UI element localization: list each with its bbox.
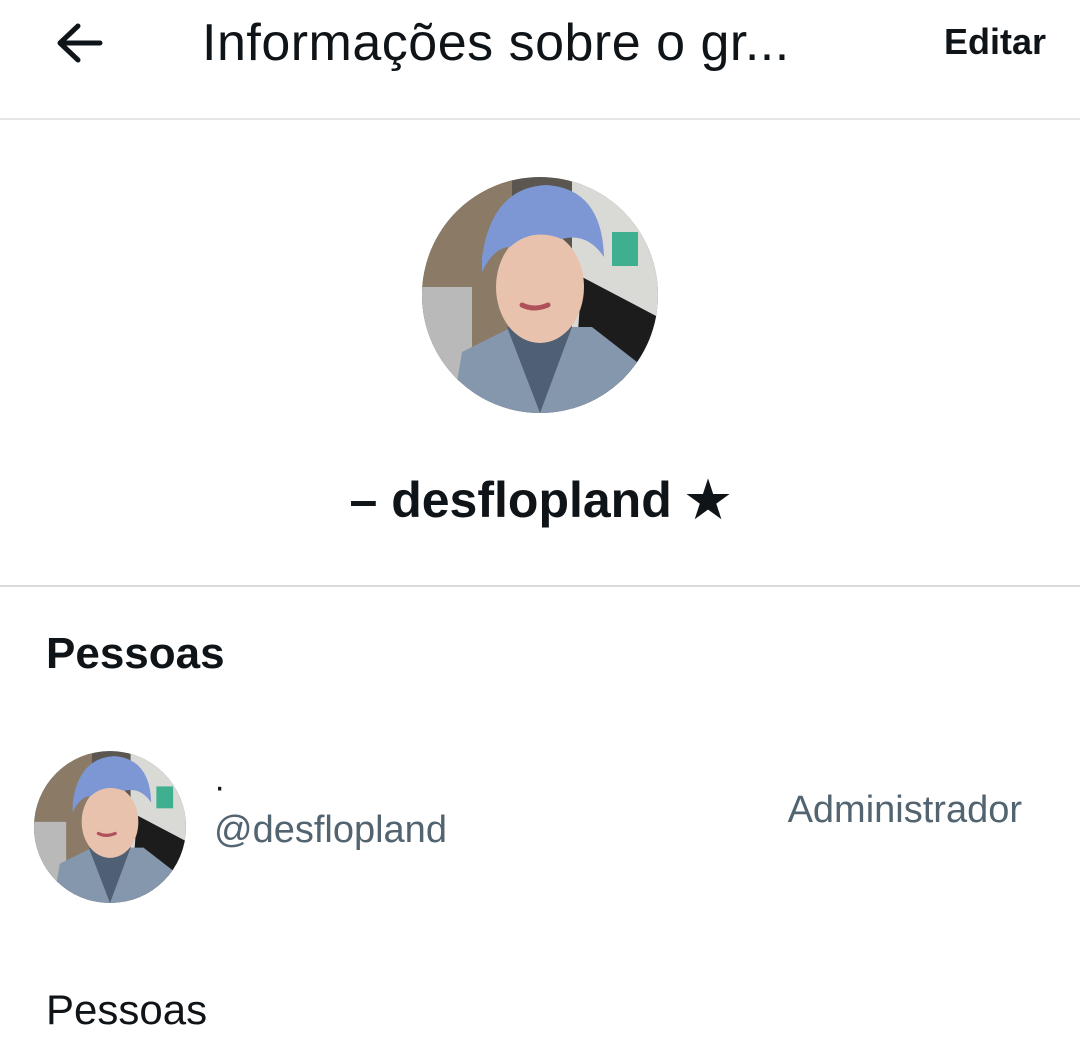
back-button[interactable]: [48, 14, 110, 76]
page-title: Informações sobre o gr...: [202, 14, 790, 72]
group-avatar[interactable]: [422, 177, 658, 413]
section-divider: [0, 585, 1080, 587]
member-avatar-photo: [34, 751, 186, 903]
group-name: – desflopland ★: [349, 472, 731, 528]
people-section-title: Pessoas: [46, 629, 225, 678]
people-section-footer-title: Pessoas: [46, 986, 208, 1033]
member-avatar[interactable]: [34, 751, 186, 903]
group-avatar-photo: [422, 177, 658, 413]
edit-button[interactable]: Editar: [944, 16, 1046, 68]
member-role-badge: Administrador: [787, 789, 1022, 831]
member-handle: @desflopland: [214, 809, 447, 851]
arrow-left-icon: [54, 22, 104, 69]
member-row[interactable]: · @desflopland Administrador: [0, 735, 1080, 915]
member-name: ·: [214, 768, 226, 806]
top-app-bar: Informações sobre o gr... Editar: [0, 0, 1080, 120]
